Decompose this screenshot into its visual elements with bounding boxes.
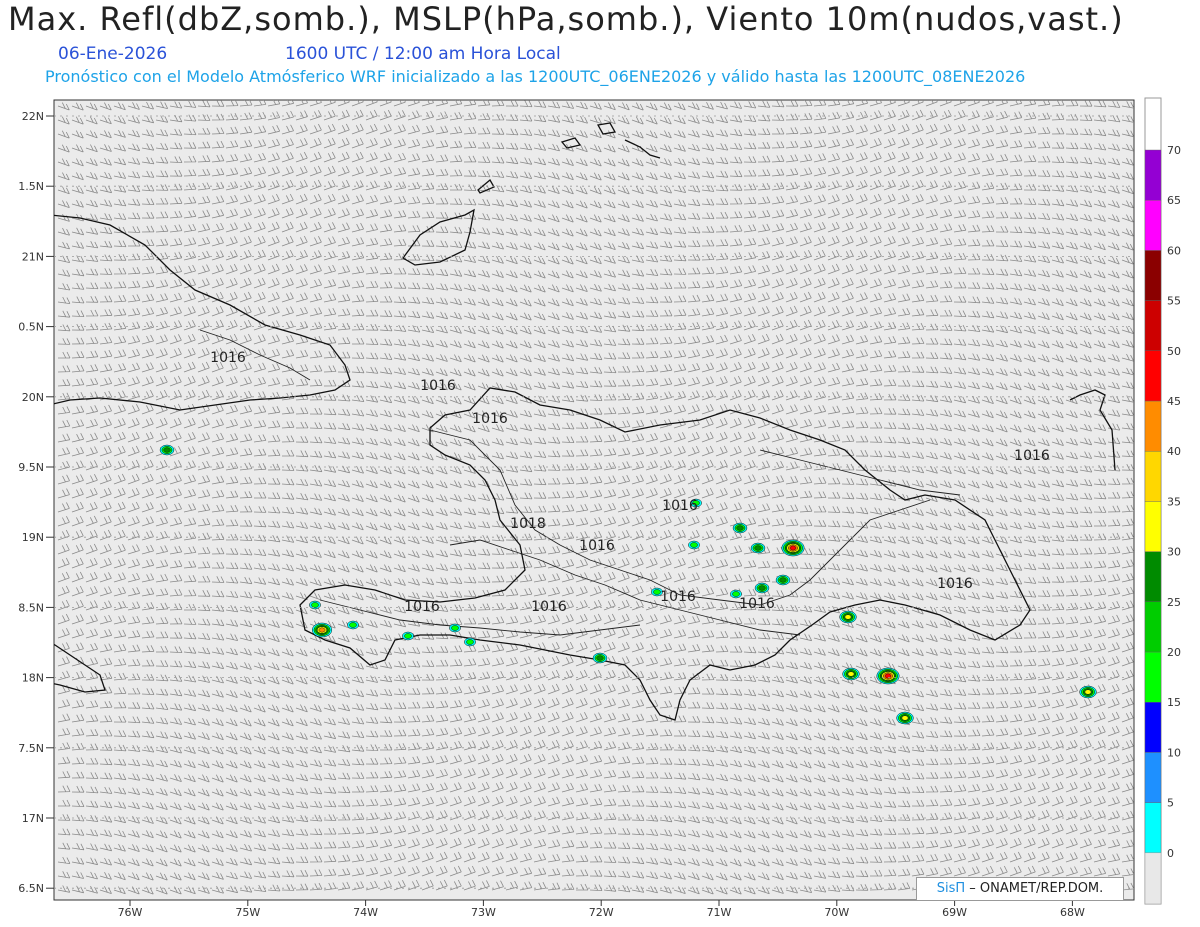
latitude-label: 21N [22,250,44,263]
longitude-label: 69W [942,906,967,919]
colorbar-label: 15 [1167,696,1181,709]
colorbar-segment [1144,400,1162,452]
reflectivity-cell [1079,685,1097,699]
isobar-label: 1016 [210,350,246,366]
latitude-label: 1.5N [18,180,44,193]
longitude-label: 72W [589,906,614,919]
colorbar: 0 5 10 15 20 25 30 35 40 45 50 55 60 65 70 [1144,97,1181,905]
colorbar-label: 65 [1167,194,1181,207]
latitude-label: 0.5N [18,321,44,334]
longitude-label: 73W [471,906,496,919]
colorbar-label: 0 [1167,847,1174,860]
reflectivity-cell [750,542,766,554]
latitude-label: 8.5N [18,601,44,614]
reflectivity-cell [876,667,900,685]
latitude-label: 7.5N [18,742,44,755]
weather-map: 22N 1.5N 21N 0.5N 20N 9.5N 19N 8.5N 18N 7.5N 17N 6.… [18,97,1181,919]
colorbar-segment [1144,451,1162,502]
map-background [53,99,1135,901]
isobar-label: 1016 [662,498,698,514]
isobar-label: 1016 [420,378,456,394]
colorbar-label: 55 [1167,295,1181,308]
reflectivity-cell [159,444,175,456]
isobar-label: 1016 [404,599,440,615]
longitude-label: 75W [235,906,260,919]
longitude-label: 71W [707,906,732,919]
colorbar-label: 60 [1167,244,1181,257]
reflectivity-cell [732,522,748,534]
colorbar-segment [1144,651,1162,703]
reflectivity-cell [839,610,857,624]
reflectivity-cell [775,574,791,586]
credit-badge: SisΠ – ONAMET/REP.DOM. [916,877,1124,901]
colorbar-label: 25 [1167,596,1181,609]
reflectivity-cell [781,539,805,557]
colorbar-label: 35 [1167,495,1181,508]
reflectivity-cell [449,623,461,633]
colorbar-segment [1144,149,1162,201]
colorbar-segment [1144,752,1162,803]
colorbar-label: 50 [1167,345,1181,358]
longitude-label: 70W [824,906,849,919]
colorbar-segment [1144,802,1162,853]
colorbar-label: 40 [1167,445,1181,458]
longitude-label: 74W [353,906,378,919]
latitude-label: 17N [22,812,44,825]
colorbar-segment [1144,601,1162,653]
colorbar-segment [1144,702,1162,753]
colorbar-label: 20 [1167,646,1181,659]
longitude-label: 76W [118,906,143,919]
colorbar-segment [1144,501,1162,552]
isobar-label: 1016 [579,538,615,554]
isobar-label: 1016 [472,411,508,427]
latitude-label: 6.5N [18,882,44,895]
isobar-label: 1016 [660,589,696,605]
reflectivity-cell [311,622,333,638]
isobar-label: 1016 [937,576,973,592]
colorbar-segment [1144,350,1162,402]
reflectivity-cell [347,620,359,630]
reflectivity-cell [754,582,770,594]
colorbar-label: 70 [1167,144,1181,157]
latitude-label: 20N [22,391,44,404]
colorbar-segment [1144,551,1162,602]
isobar-label: 1016 [739,596,775,612]
reflectivity-cell [688,540,700,550]
isobar-label: 1016 [531,599,567,615]
colorbar-segment [1144,199,1162,251]
reflectivity-cell [592,652,608,664]
reflectivity-cell [464,637,476,647]
longitude-label: 68W [1060,906,1085,919]
colorbar-label: 30 [1167,546,1181,559]
reflectivity-cell [402,631,414,641]
latitude-label: 19N [22,531,44,544]
sispi-logo: SisΠ [936,881,966,896]
latitude-label: 18N [22,672,44,685]
isobar-label: 1018 [510,516,546,532]
latitude-label: 22N [22,110,44,123]
colorbar-segment [1144,300,1162,352]
reflectivity-cell [842,667,860,681]
latitude-label: 9.5N [18,461,44,474]
colorbar-label: 45 [1167,395,1181,408]
reflectivity-cell [896,711,914,725]
colorbar-segment [1144,250,1162,301]
colorbar-label: 5 [1167,797,1174,810]
isobar-label: 1016 [1014,448,1050,464]
credit-text: – ONAMET/REP.DOM. [969,881,1104,896]
colorbar-label: 10 [1167,746,1181,759]
